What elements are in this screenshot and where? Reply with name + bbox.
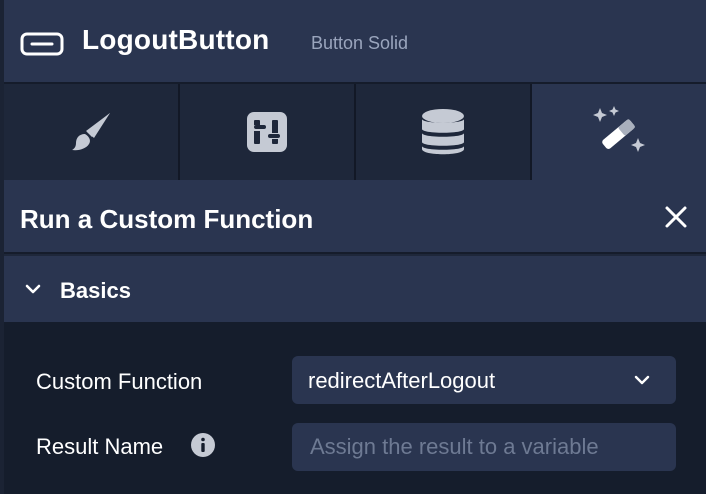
info-icon[interactable] [190,432,216,458]
action-title: Run a Custom Function [20,204,314,234]
button-outline-icon [20,32,64,56]
component-name: LogoutButton [82,24,270,55]
database-icon [422,109,464,155]
action-header: Run a Custom Function [4,180,706,254]
properties-panel: LogoutButton Button Solid Run a Custom F… [4,0,706,494]
basics-accordion-header[interactable]: Basics [4,256,706,322]
result-name-label: Result Name [36,434,164,459]
tab-bar [4,84,706,180]
component-header: LogoutButton Button Solid [4,0,706,84]
paintbrush-icon [72,113,110,151]
custom-function-value: redirectAfterLogout [308,368,496,393]
custom-function-select[interactable]: redirectAfterLogout [292,356,676,404]
tab-properties[interactable] [180,84,356,180]
chevron-down-icon [634,375,650,385]
custom-function-label: Custom Function [36,369,203,394]
tab-style[interactable] [4,84,180,180]
basics-label: Basics [60,278,131,303]
chevron-down-icon [25,284,41,294]
close-icon[interactable] [664,205,688,229]
magic-wand-icon [593,106,645,152]
component-type: Button Solid [311,33,409,53]
basics-content: Custom Function redirectAfterLogout Resu… [4,322,706,494]
sliders-icon [247,112,287,152]
tab-data[interactable] [356,84,532,180]
tab-actions[interactable] [532,84,706,180]
result-name-input[interactable] [292,423,676,471]
